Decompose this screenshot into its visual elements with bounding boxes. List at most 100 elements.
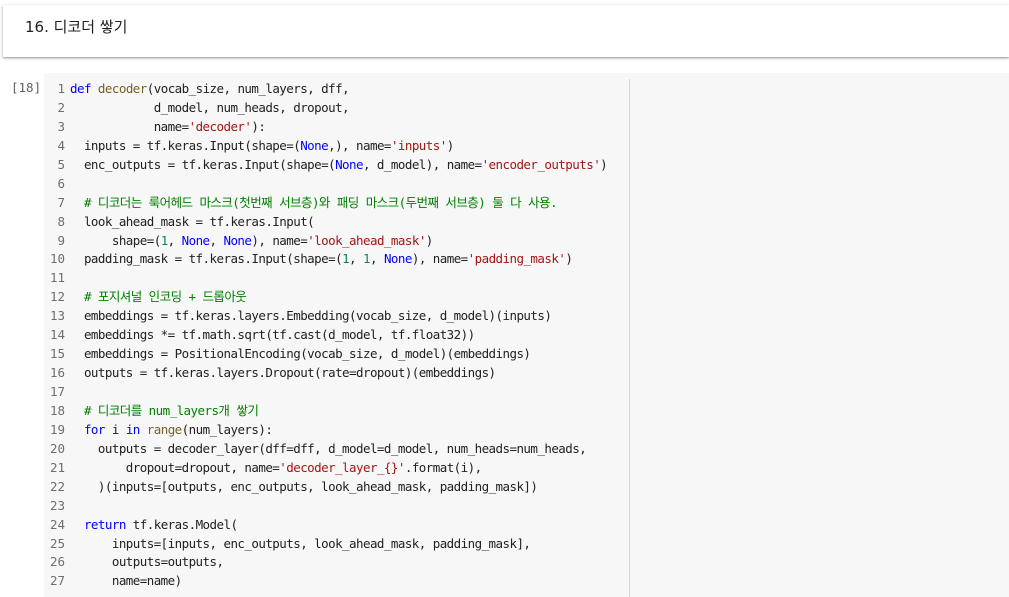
code-token-kw: None — [181, 232, 210, 248]
code-token-kw: None — [383, 251, 412, 267]
line-number: 4 — [57, 137, 65, 153]
code-line[interactable]: name='decoder'): — [70, 118, 607, 137]
code-token-cmt: # 디코더는 룩어헤드 마스크(첫번째 서브층)와 패딩 마스크(두번째 서브층… — [83, 194, 558, 210]
code-token-str: 'encoder_outputs' — [481, 156, 601, 172]
code-token: ) — [600, 156, 608, 172]
code-token: )(inputs=[outputs, enc_outputs, look_ahe… — [70, 478, 538, 494]
code-line[interactable]: inputs = tf.keras.Input(shape=(None,), n… — [70, 137, 607, 156]
markdown-cell[interactable]: 16. 디코더 쌓기 — [3, 5, 1009, 57]
notebook-page: 16. 디코더 쌓기 [18] 1 2 3 4 5 6 7 8 9 10 11 12 13 14 15 16 1… — [0, 0, 1009, 597]
code-token: embeddings = tf.keras.layers.Embedding(v… — [70, 308, 552, 324]
code-line[interactable]: return tf.keras.Model( — [70, 516, 607, 535]
code-line[interactable] — [70, 383, 607, 402]
code-token: dropout=dropout, name= — [70, 459, 280, 475]
line-number: 2 — [57, 99, 65, 115]
line-number: 25 — [49, 535, 65, 551]
code-line[interactable]: enc_outputs = tf.keras.Input(shape=(None… — [70, 156, 608, 175]
line-number: 3 — [57, 118, 65, 134]
code-text[interactable]: def decoder(vocab_size, num_layers, dff,… — [70, 80, 608, 591]
line-number: 13 — [49, 308, 65, 324]
code-token-kw: None — [300, 137, 329, 153]
code-line[interactable]: def decoder(vocab_size, num_layers, dff, — [70, 80, 607, 99]
code-token: i — [104, 421, 126, 437]
code-line[interactable]: )(inputs=[outputs, enc_outputs, look_ahe… — [70, 478, 607, 497]
code-token: ) — [565, 251, 573, 267]
code-line[interactable] — [70, 497, 607, 516]
execution-count: [18] — [11, 80, 42, 95]
code-token: , — [209, 232, 224, 248]
code-editor[interactable]: 1 2 3 4 5 6 7 8 9 10 11 12 13 14 15 16 17 18 19 20 21 22 23 24 2… — [44, 73, 1009, 597]
line-number: 12 — [49, 289, 65, 305]
code-token: ): — [251, 118, 266, 134]
code-line[interactable]: d_model, num_heads, dropout, — [70, 99, 607, 118]
code-line[interactable]: for i in range(num_layers): — [70, 421, 607, 440]
code-token: padding_mask = tf.keras.Input(shape=( — [70, 251, 343, 267]
code-token-str: 'decoder' — [188, 118, 252, 134]
code-cell[interactable]: [18] 1 2 3 4 5 6 7 8 9 10 11 12 13 14 15 16 17 18 19 20 21 22… — [0, 73, 1009, 597]
code-line[interactable]: name=name) — [70, 572, 607, 591]
code-line[interactable]: inputs=[inputs, enc_outputs, look_ahead_… — [70, 535, 607, 554]
code-line[interactable]: shape=(1, None, None), name='look_ahead_… — [70, 232, 607, 251]
code-token: ) — [425, 232, 434, 248]
code-token-num: 1 — [342, 251, 350, 267]
code-token: shape=( — [70, 232, 161, 248]
code-line[interactable]: padding_mask = tf.keras.Input(shape=(1, … — [70, 250, 607, 269]
section-heading: 16. 디코더 쌓기 — [25, 18, 128, 36]
code-token: inputs = tf.keras.Input(shape=( — [70, 137, 301, 153]
code-token-num: 1 — [363, 251, 371, 267]
code-token-num: 1 — [160, 232, 169, 248]
line-number-gutter: 1 2 3 4 5 6 7 8 9 10 11 12 13 14 15 16 17 18 19 20 21 22 23 24 2… — [44, 80, 65, 591]
code-line[interactable]: # 포지셔널 인코딩 + 드롭아웃 — [70, 288, 607, 307]
code-line[interactable]: embeddings *= tf.math.sqrt(tf.cast(d_mod… — [70, 326, 607, 345]
code-line[interactable] — [70, 269, 607, 288]
code-line[interactable]: outputs = tf.keras.layers.Dropout(rate=d… — [70, 364, 607, 383]
code-line[interactable]: # 디코더를 num_layers개 쌓기 — [70, 402, 607, 421]
line-number: 19 — [49, 421, 65, 437]
code-token: ), name= — [251, 232, 308, 248]
code-token: name=name) — [70, 573, 182, 589]
code-token: ,), name= — [328, 137, 391, 153]
code-line[interactable]: look_ahead_mask = tf.keras.Input( — [70, 213, 607, 232]
code-token: , — [167, 232, 182, 248]
code-token: , — [349, 251, 363, 267]
code-line[interactable]: embeddings = tf.keras.layers.Embedding(v… — [70, 307, 607, 326]
code-token-fn: range — [146, 421, 182, 437]
line-number: 17 — [49, 384, 65, 399]
line-number: 9 — [57, 232, 65, 248]
line-number: 8 — [57, 213, 65, 229]
code-token-kw: None — [335, 156, 363, 172]
code-token-kw: for — [83, 421, 105, 437]
code-line[interactable] — [70, 175, 607, 194]
code-token-fn: decoder — [97, 81, 147, 96]
line-number: 23 — [49, 497, 65, 513]
code-line[interactable]: outputs = decoder_layer(dff=dff, d_model… — [70, 440, 607, 459]
code-token: enc_outputs = tf.keras.Input(shape=( — [70, 156, 336, 172]
code-token: , — [369, 251, 384, 267]
code-token: outputs = tf.keras.layers.Dropout(rate=d… — [70, 365, 496, 381]
code-token: inputs=[inputs, enc_outputs, look_ahead_… — [70, 535, 531, 551]
line-number: 18 — [49, 402, 65, 418]
code-token: d_model, num_heads, dropout, — [70, 99, 350, 115]
code-line[interactable]: dropout=dropout, name='decoder_layer_{}'… — [70, 459, 607, 478]
code-token-str: 'look_ahead_mask' — [307, 232, 426, 248]
code-line[interactable]: # 디코더는 룩어헤드 마스크(첫번째 서브층)와 패딩 마스크(두번째 서브층… — [70, 194, 607, 213]
code-token-kw: def — [70, 81, 91, 96]
code-token: (num_layers): — [181, 421, 273, 437]
code-token: .format(i), — [404, 459, 482, 475]
code-token: ) — [446, 137, 455, 153]
code-token-cmt: # 디코더를 num_layers개 쌓기 — [83, 402, 259, 418]
code-line[interactable]: embeddings = PositionalEncoding(vocab_si… — [70, 345, 607, 364]
code-token-cmt: # 포지셔널 인코딩 + 드롭아웃 — [83, 289, 247, 305]
code-line[interactable]: outputs=outputs, — [70, 553, 607, 572]
code-token: look_ahead_mask = tf.keras.Input( — [70, 213, 315, 229]
line-number: 14 — [49, 327, 65, 343]
code-token: embeddings = PositionalEncoding(vocab_si… — [70, 346, 531, 362]
line-number: 27 — [49, 573, 65, 589]
code-token: tf.keras.Model( — [125, 516, 238, 532]
code-token-kw: None — [223, 232, 252, 248]
line-number: 5 — [57, 156, 65, 172]
